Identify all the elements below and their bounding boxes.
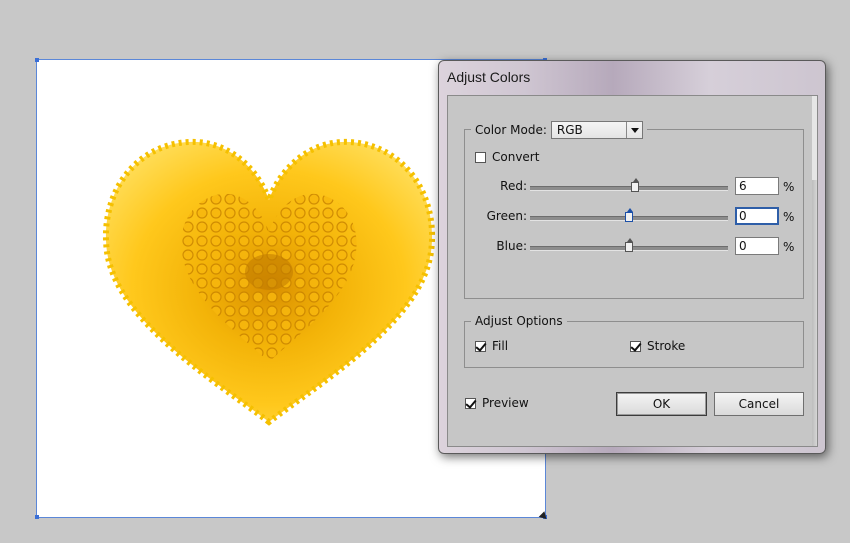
color-mode-group: Color Mode: RGB Convert Red: 6 % Green: … [464, 120, 805, 299]
convert-checkbox[interactable] [475, 151, 486, 163]
ok-button[interactable]: OK [616, 392, 707, 416]
slider-blue-label: Blue: [496, 239, 527, 253]
slider-red-row: Red: 6 % [465, 177, 805, 197]
cancel-button[interactable]: Cancel [714, 392, 804, 416]
slider-blue-track[interactable] [530, 238, 728, 252]
blue-percent-unit: % [783, 240, 795, 254]
scrollbar[interactable] [812, 96, 817, 446]
color-mode-label: Color Mode: [475, 123, 547, 137]
selection-handle[interactable] [35, 515, 39, 519]
selection-handle[interactable] [35, 58, 39, 62]
preview-label: Preview [482, 396, 529, 410]
slider-blue-thumb[interactable] [625, 238, 633, 252]
stroke-option[interactable]: Stroke [630, 339, 685, 353]
chevron-down-icon[interactable] [625, 122, 642, 138]
slider-red-thumb[interactable] [630, 178, 639, 192]
preview-option[interactable]: Preview [465, 396, 529, 410]
fill-checkbox[interactable] [475, 340, 486, 352]
slider-red-track[interactable] [530, 178, 728, 192]
color-mode-value: RGB [556, 123, 583, 137]
color-mode-select[interactable]: RGB [550, 121, 643, 139]
adjust-options-legend: Adjust Options [471, 313, 567, 329]
fill-label: Fill [492, 339, 509, 353]
scrollbar-thumb[interactable] [812, 96, 817, 180]
slider-green-row: Green: 0 % [465, 207, 805, 227]
green-value-input[interactable]: 0 [735, 207, 779, 225]
slider-green-label: Green: [486, 209, 527, 223]
color-mode-row: Color Mode: RGB [471, 120, 647, 140]
slider-red-label: Red: [500, 179, 527, 193]
blue-value-input[interactable]: 0 [735, 237, 779, 255]
slider-green-thumb[interactable] [625, 208, 633, 222]
stroke-checkbox[interactable] [630, 340, 641, 352]
adjust-colors-dialog[interactable]: Adjust Colors Color Mode: RGB Convert Re… [438, 60, 826, 454]
red-percent-unit: % [783, 180, 795, 194]
slider-green-track[interactable] [530, 208, 728, 222]
green-percent-unit: % [783, 210, 795, 224]
convert-label: Convert [492, 150, 540, 164]
resize-cursor-icon [538, 511, 550, 522]
convert-option[interactable]: Convert [475, 150, 539, 164]
dialog-title: Adjust Colors [447, 69, 531, 85]
slider-blue-row: Blue: 0 % [465, 237, 805, 257]
dialog-body: Color Mode: RGB Convert Red: 6 % Green: … [447, 95, 818, 447]
red-value-input[interactable]: 6 [735, 177, 779, 195]
stroke-label: Stroke [647, 339, 686, 353]
flower-heart-image[interactable] [97, 122, 442, 462]
adjust-options-group: Adjust Options Fill Stroke [464, 313, 804, 368]
fill-option[interactable]: Fill [475, 339, 508, 353]
preview-checkbox[interactable] [465, 397, 476, 409]
